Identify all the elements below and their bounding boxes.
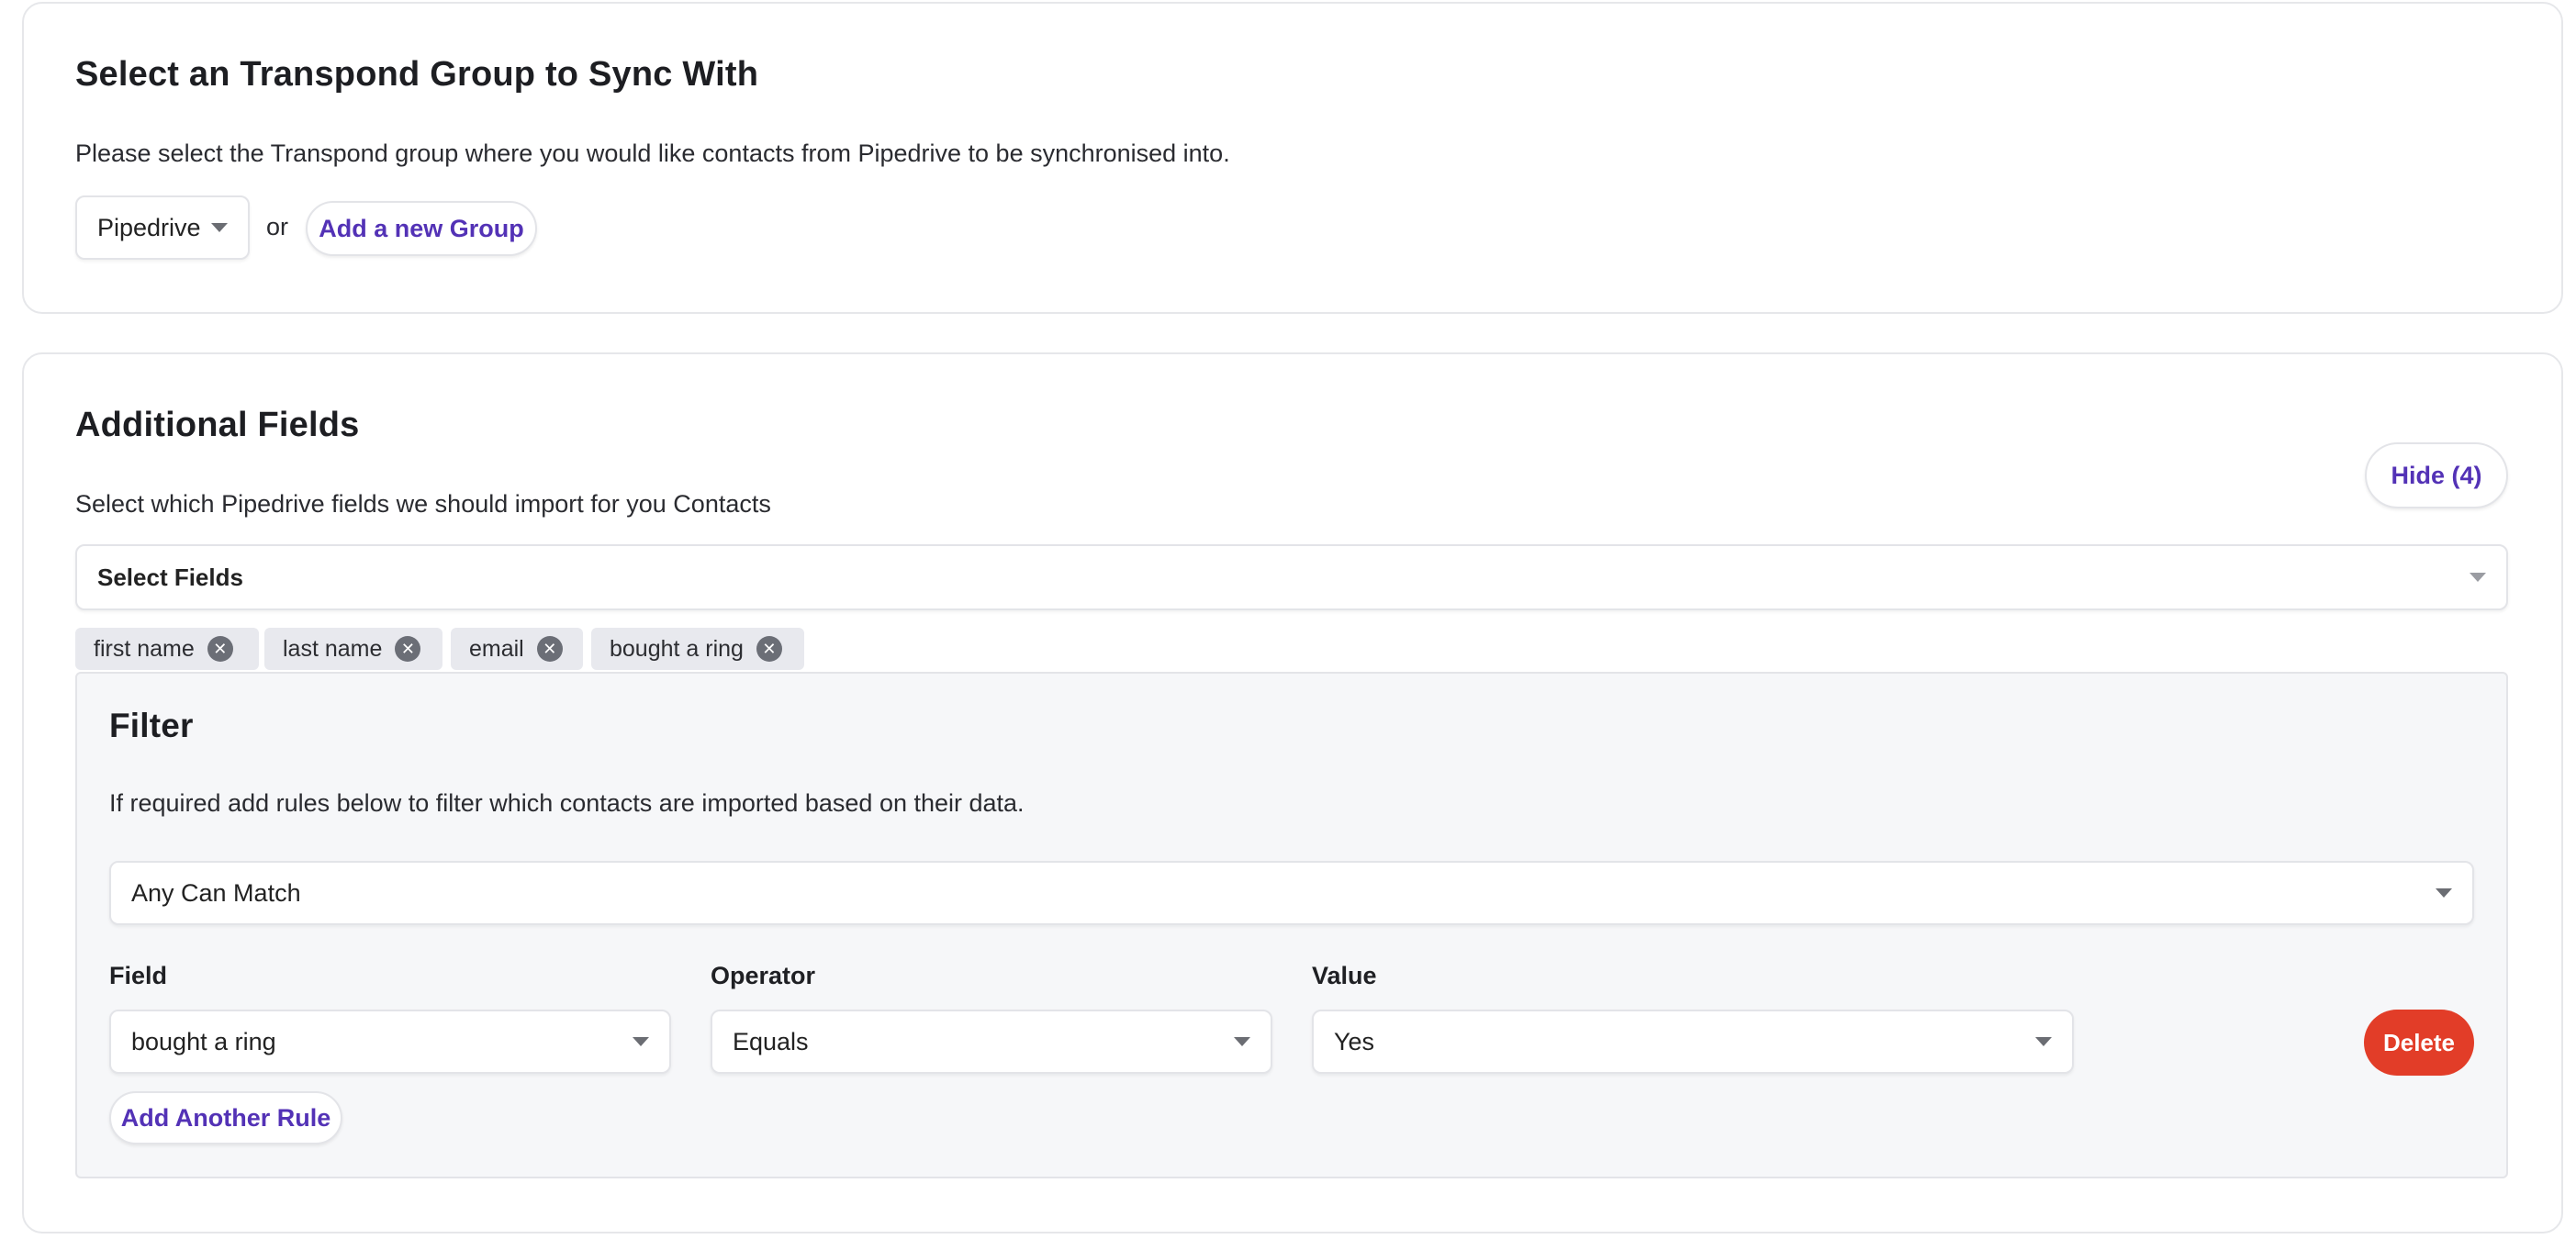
rule-operator-value: Equals [733,1027,809,1055]
group-select[interactable]: Pipedrive [75,195,250,260]
filter-title: Filter [109,707,194,744]
or-text: or [266,213,289,240]
field-column-label: Field [109,962,168,989]
match-mode-value: Any Can Match [131,878,301,907]
value-column-label: Value [1312,962,1377,989]
field-tag: last name ✕ [264,628,442,670]
field-tag: bought a ring ✕ [591,628,804,670]
hide-fields-button[interactable]: Hide (4) [2365,442,2508,508]
caret-down-icon [633,1037,649,1046]
caret-down-icon [2035,1037,2052,1046]
field-tag: email ✕ [451,628,583,670]
additional-fields-title: Additional Fields [75,406,360,444]
additional-fields-description: Select which Pipedrive fields we should … [75,490,771,518]
sync-group-title: Select an Transpond Group to Sync With [75,55,759,94]
caret-down-icon [1234,1037,1250,1046]
rule-value-select[interactable]: Yes [1312,1010,2074,1074]
rule-field-value: bought a ring [131,1027,276,1055]
rule-value-value: Yes [1334,1027,1375,1055]
rule-field-select[interactable]: bought a ring [109,1010,671,1074]
filter-description: If required add rules below to filter wh… [109,789,1025,817]
delete-rule-button[interactable]: Delete [2364,1010,2474,1076]
caret-down-icon [2470,573,2486,582]
match-mode-select[interactable]: Any Can Match [109,861,2474,925]
rule-operator-select[interactable]: Equals [711,1010,1272,1074]
group-select-value: Pipedrive [97,213,201,241]
select-fields-placeholder: Select Fields [97,563,243,591]
close-circle-icon[interactable]: ✕ [536,636,563,662]
field-tag: first name ✕ [75,628,259,670]
caret-down-icon [211,223,228,232]
field-tag-label: bought a ring [610,635,744,662]
close-circle-icon[interactable]: ✕ [207,636,233,662]
caret-down-icon [2436,888,2452,898]
select-fields-dropdown[interactable]: Select Fields [75,544,2508,610]
field-tag-label: last name [283,635,383,662]
sync-group-description: Please select the Transpond group where … [75,140,1230,167]
filter-panel [75,672,2508,1178]
close-circle-icon[interactable]: ✕ [756,636,782,662]
add-rule-button[interactable]: Add Another Rule [109,1091,342,1144]
field-tag-label: email [469,635,524,662]
add-group-button[interactable]: Add a new Group [306,201,537,256]
field-tag-label: first name [94,635,195,662]
operator-column-label: Operator [711,962,816,989]
close-circle-icon[interactable]: ✕ [395,636,421,662]
